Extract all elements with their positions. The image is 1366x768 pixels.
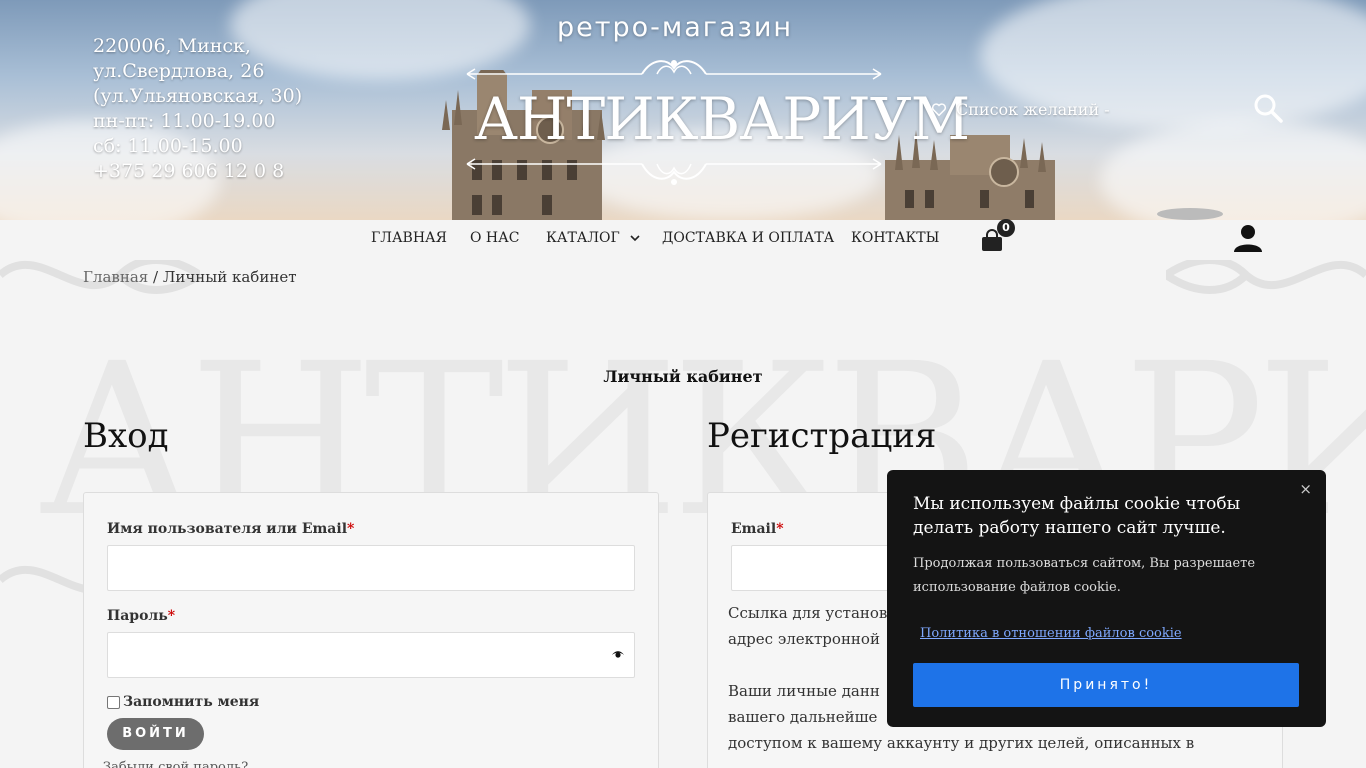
cloud-decoration [1100, 120, 1366, 220]
breadcrumb-current: Личный кабинет [162, 268, 297, 286]
logo-ornament-bottom [466, 158, 882, 185]
breadcrumb-home-link[interactable]: Главная [83, 268, 148, 286]
breadcrumb-separator: / [148, 268, 163, 286]
nav-item-home[interactable]: ГЛАВНАЯ [371, 230, 447, 246]
chevron-down-icon [630, 235, 640, 242]
address-line: (ул.Ульяновская, 30) [93, 85, 303, 107]
register-info-line: адрес электронной [728, 630, 880, 648]
eye-icon[interactable] [611, 650, 625, 660]
cookie-title: Мы используем файлы cookie чтобы делать … [913, 494, 1241, 538]
wishlist-link[interactable]: Список желаний - [932, 100, 1110, 119]
remember-label: Запомнить меня [123, 694, 260, 710]
cookie-accept-button[interactable]: Принято! [913, 663, 1299, 707]
address-line: ул.Свердлова, 26 [93, 60, 265, 82]
privacy-text-line: вашего дальнейше [728, 708, 878, 726]
username-label: Имя пользователя или Email* [107, 521, 355, 537]
hours-line: пн-пт: 11.00-19.00 [93, 110, 276, 132]
cookie-text: Продолжая пользоваться сайтом, Вы разреш… [913, 556, 1256, 595]
nav-item-catalog[interactable]: КАТАЛОГ [546, 230, 640, 246]
wishlist-label: Список желаний - [956, 100, 1110, 119]
main-navigation: ГЛАВНАЯ О НАС КАТАЛОГ ДОСТАВКА И ОПЛАТА … [0, 220, 1366, 260]
register-heading: Регистрация [707, 416, 937, 456]
store-address: 220006, Минск, ул.Свердлова, 26 (ул.Улья… [93, 34, 302, 184]
cookie-consent-popup: × Мы используем файлы cookie чтобы делат… [887, 470, 1326, 727]
privacy-text-line: доступом к вашему аккаунту и других целе… [728, 734, 1195, 752]
password-input[interactable] [107, 632, 635, 678]
nav-item-about[interactable]: О НАС [470, 230, 519, 246]
search-icon[interactable] [1253, 93, 1283, 123]
nav-item-contacts[interactable]: КОНТАКТЫ [851, 230, 939, 246]
lost-password-link[interactable]: Забыли свой пароль? [103, 760, 248, 768]
nav-item-delivery[interactable]: ДОСТАВКА И ОПЛАТА [662, 230, 834, 246]
breadcrumb: Главная / Личный кабинет [83, 268, 297, 286]
remember-checkbox[interactable] [107, 695, 120, 709]
password-label: Пароль* [107, 608, 176, 624]
register-email-label: Email* [731, 521, 784, 537]
logo-ornament-top [466, 60, 882, 80]
register-info-line: Ссылка для установ [728, 604, 888, 622]
login-heading: Вход [83, 416, 169, 456]
roof-image [1157, 208, 1223, 220]
nav-item-catalog-label: КАТАЛОГ [546, 230, 620, 246]
login-button[interactable]: ВОЙТИ [107, 718, 204, 750]
hours-line: сб: 11.00-15.00 [93, 135, 243, 157]
privacy-text-line: Ваши личные данн [728, 682, 880, 700]
heart-icon [932, 103, 946, 116]
remember-me[interactable]: Запомнить меня [107, 694, 259, 710]
header-banner: 220006, Минск, ул.Свердлова, 26 (ул.Улья… [0, 0, 1366, 220]
address-line: 220006, Минск, [93, 35, 251, 57]
cart-count-badge: 0 [997, 219, 1015, 237]
user-account-icon[interactable] [1233, 223, 1263, 253]
cookie-policy-link[interactable]: Политика в отношении файлов cookie [920, 626, 1182, 641]
logo-title[interactable]: АНТИКВАРИУМ [474, 85, 970, 153]
page-title: Личный кабинет [603, 367, 763, 386]
close-icon[interactable]: × [1299, 480, 1312, 498]
phone-line[interactable]: +375 29 606 12 0 8 [93, 159, 302, 184]
logo-subtitle: ретро-магазин [557, 12, 794, 43]
username-input[interactable] [107, 545, 635, 591]
